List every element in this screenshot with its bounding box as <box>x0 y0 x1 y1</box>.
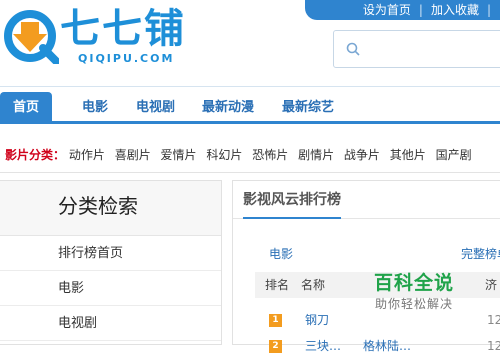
nav-item-tv[interactable]: 电视剧 <box>136 93 175 123</box>
movie-title-link[interactable]: 钢刀 <box>305 307 329 333</box>
watermark: 百科全说 助你轻松解决 <box>364 270 464 318</box>
category-link[interactable]: 喜剧片 <box>115 148 151 162</box>
search-icon[interactable] <box>346 42 360 56</box>
nav-item-home[interactable]: 首页 <box>0 92 53 123</box>
category-link[interactable]: 其他片 <box>390 148 426 162</box>
ranking-panel: 影视风云排行榜 电影 完整榜单 排名 名称 济 1 钢刀 12 2 三块… 格林… <box>232 180 500 353</box>
logo-subtitle: QIQIPU.COM <box>78 52 175 65</box>
main-nav: 首页 电影 电视剧 最新动漫 最新综艺 <box>0 86 500 124</box>
nav-item-movies[interactable]: 电影 <box>82 93 108 123</box>
movie-title-link[interactable]: 三块… <box>305 333 341 359</box>
sidebar-item-movies[interactable]: 电影 <box>0 271 221 306</box>
row-value: 12 <box>487 313 500 327</box>
bookmark-link[interactable]: 加入收藏 <box>426 0 484 20</box>
section-header: 电影 完整榜单 <box>233 245 500 265</box>
set-home-link[interactable]: 设为首页 <box>358 0 416 20</box>
table-row[interactable]: 2 三块… 格林陆… 12 <box>255 333 500 359</box>
column-header-extra: 济 <box>485 278 498 292</box>
movie-extra-link[interactable]: 格林陆… <box>363 333 411 359</box>
nav-item-variety[interactable]: 最新综艺 <box>282 93 334 123</box>
ranking-title-bar: 影视风云排行榜 <box>233 181 500 219</box>
category-search-panel: 分类检索 排行榜首页 电影 电视剧 <box>0 180 222 345</box>
row-value: 12 <box>487 339 500 353</box>
category-link[interactable]: 恐怖片 <box>252 148 288 162</box>
category-link[interactable]: 科幻片 <box>206 148 242 162</box>
column-header-name: 名称 <box>301 278 326 292</box>
full-list-link[interactable]: 完整榜单 <box>461 245 500 262</box>
top-links-separator: | <box>486 3 491 17</box>
category-link[interactable]: 战争片 <box>344 148 380 162</box>
category-link[interactable]: 爱情片 <box>161 148 197 162</box>
logo-icon[interactable] <box>3 8 59 64</box>
watermark-subtitle: 助你轻松解决 <box>374 297 453 311</box>
category-link[interactable]: 动作片 <box>69 148 105 162</box>
search-input[interactable] <box>333 30 500 68</box>
ranking-title: 影视风云排行榜 <box>243 192 341 219</box>
rank-badge: 1 <box>269 314 282 327</box>
category-label: 影片分类： <box>5 148 66 162</box>
category-strip: 影片分类： 动作片 喜剧片 爱情片 科幻片 恐怖片 剧情片 战争片 其他片 国产… <box>0 140 500 170</box>
sidebar-item-tv[interactable]: 电视剧 <box>0 306 221 341</box>
watermark-title: 百科全说 <box>373 272 454 294</box>
top-links-bar: 设为首页 | 加入收藏 | <box>305 0 500 20</box>
rank-badge: 2 <box>269 340 282 353</box>
section-movie-link[interactable]: 电影 <box>269 245 293 262</box>
header: 七七铺 QIQIPU.COM 设为首页 | 加入收藏 | <box>0 0 500 78</box>
logo-text[interactable]: 七七铺 <box>60 6 186 52</box>
column-header-rank: 排名 <box>265 278 290 292</box>
sidebar-item-ranking-home[interactable]: 排行榜首页 <box>0 236 221 271</box>
category-link[interactable]: 国产剧 <box>436 148 472 162</box>
top-links-separator: | <box>418 3 423 17</box>
divider <box>0 172 500 173</box>
category-link[interactable]: 剧情片 <box>298 148 334 162</box>
panel-title: 分类检索 <box>0 181 221 236</box>
nav-item-anime[interactable]: 最新动漫 <box>202 93 254 123</box>
